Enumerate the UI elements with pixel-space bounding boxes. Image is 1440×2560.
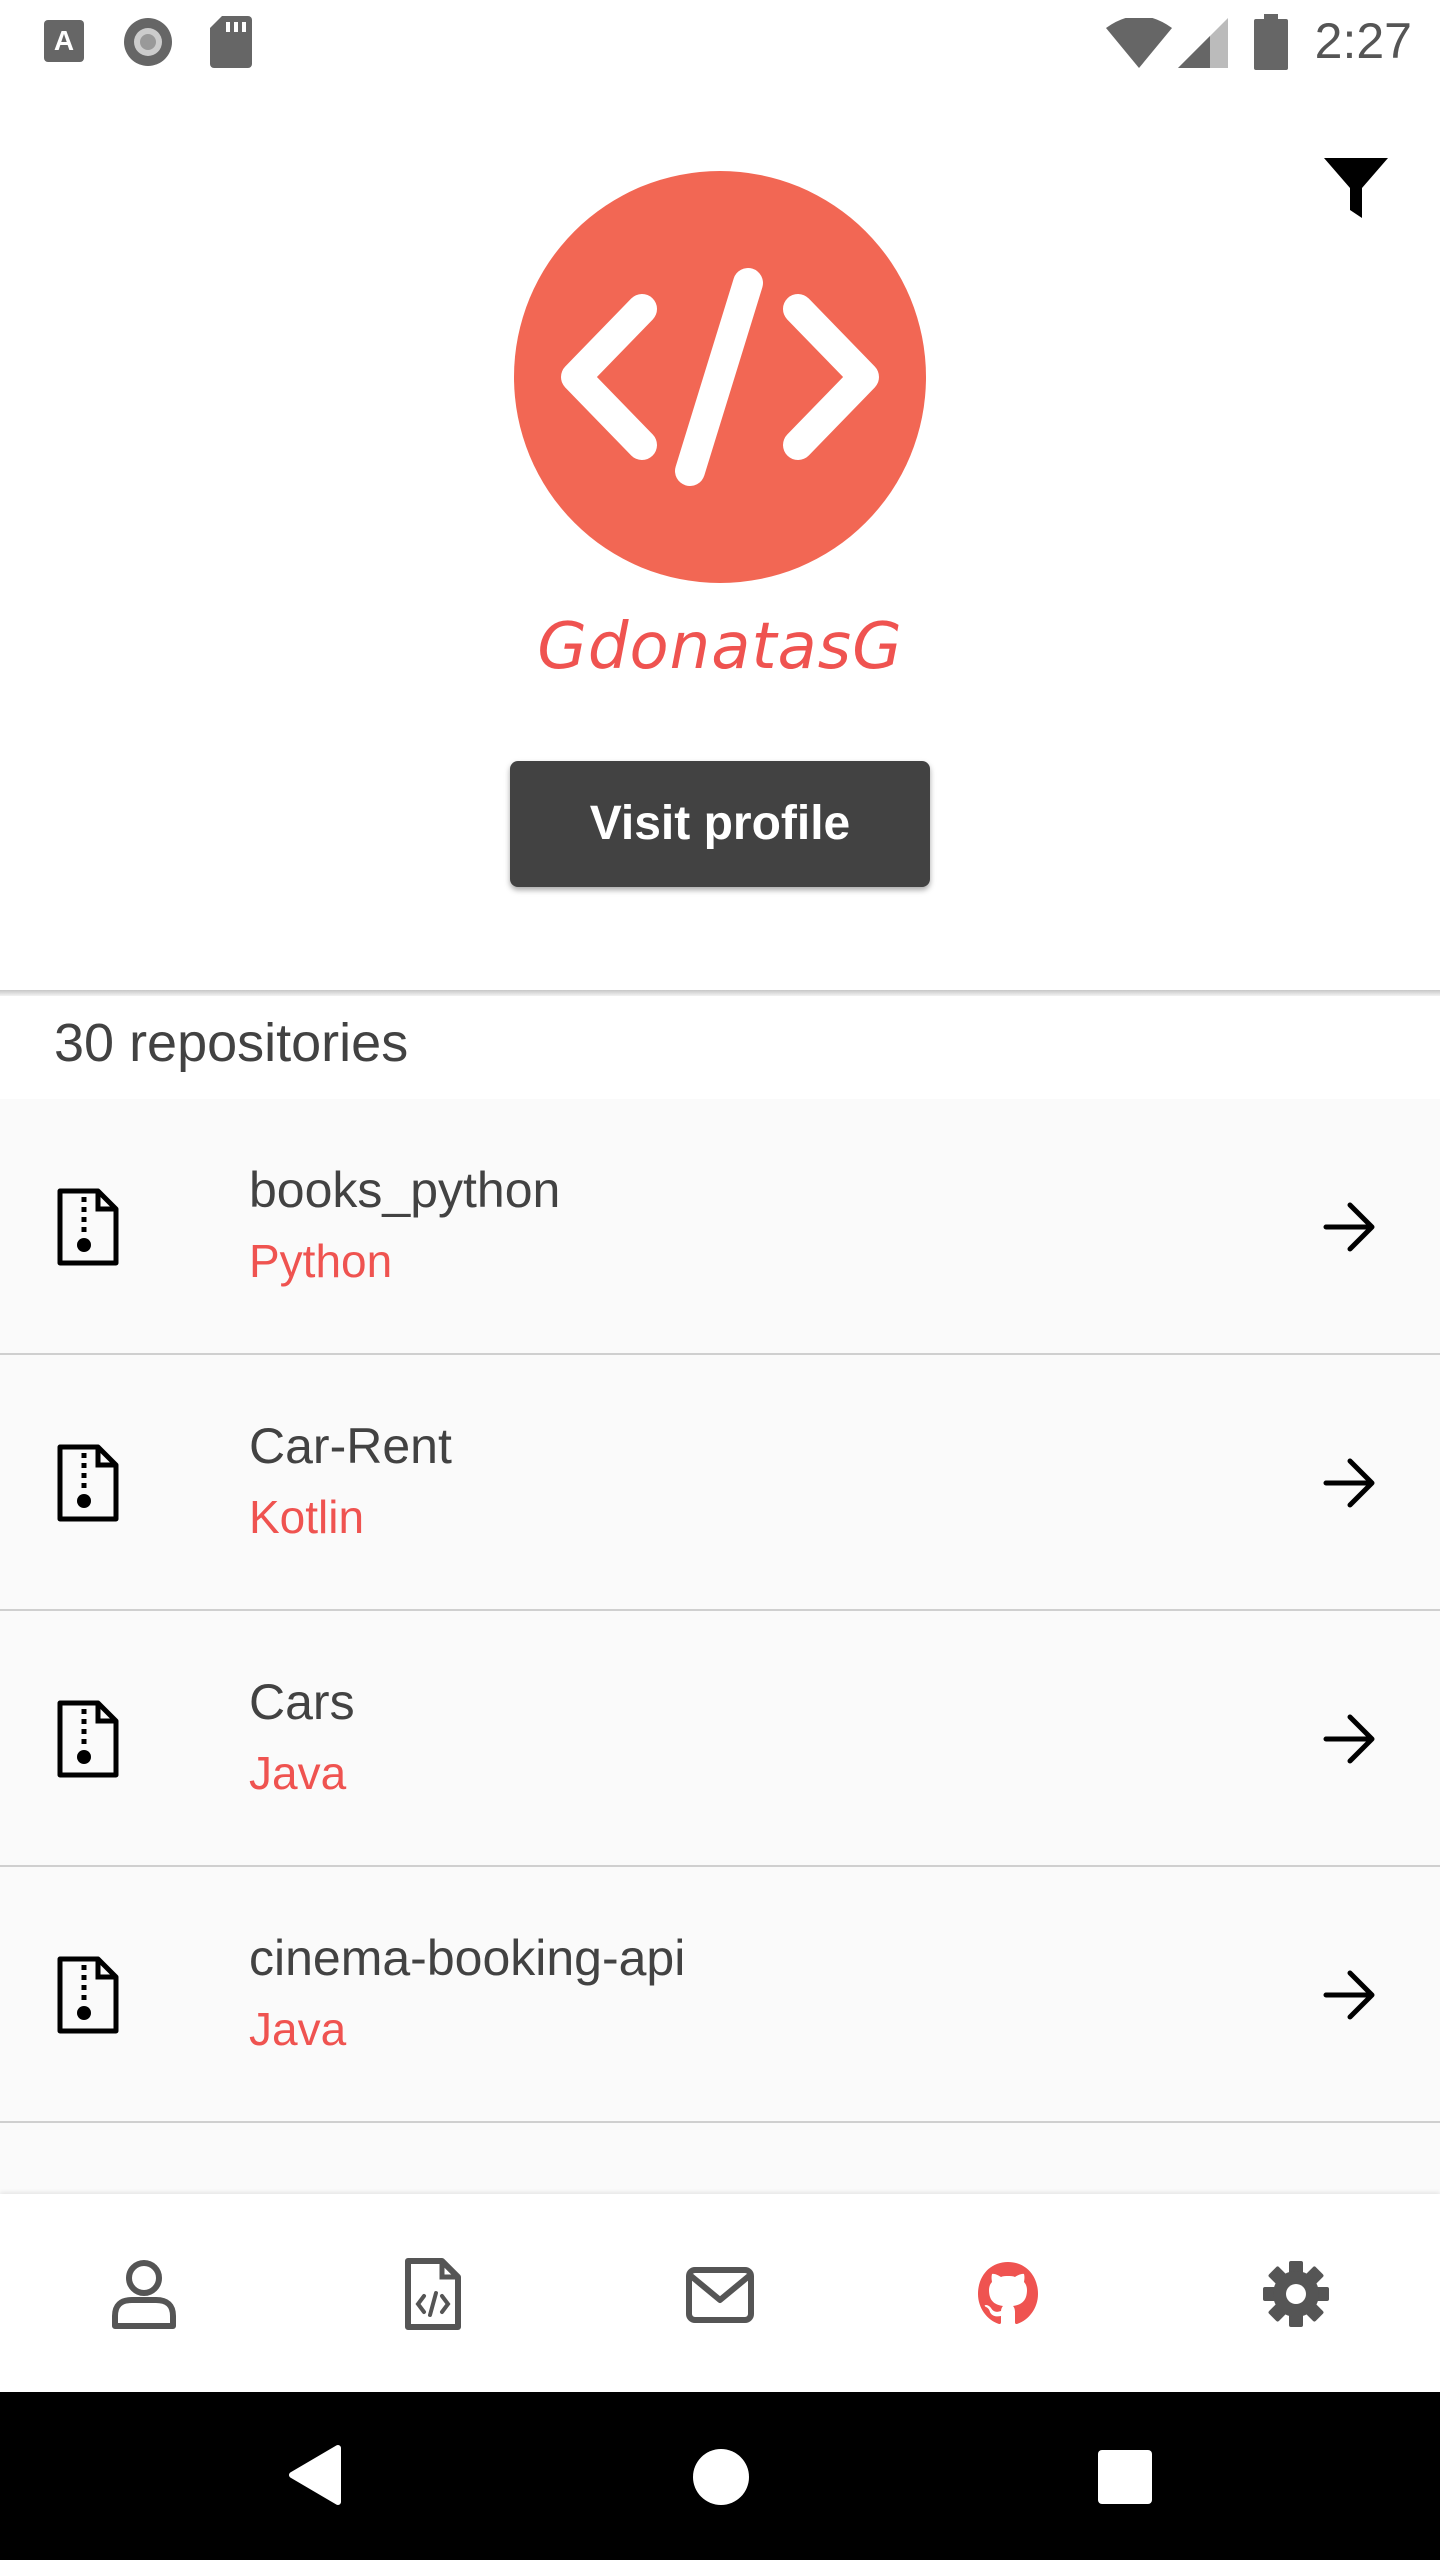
bottom-navigation [0,2194,1440,2392]
repository-name: Cars [249,1674,355,1730]
repository-count: 30 repositories [54,1013,409,1073]
back-icon[interactable] [288,2444,342,2506]
github-icon [978,2262,1038,2324]
repository-language: Java [249,1747,347,1799]
repository-name: books_python [249,1162,561,1218]
nav-repositories[interactable] [288,2194,576,2392]
list-item[interactable]: Car-Rent Kotlin [0,1355,1440,1611]
list-item[interactable]: Company-Task-manager [0,2123,1440,2194]
arrow-right-icon [1323,1202,1375,1252]
list-item[interactable]: Cars Java [0,1611,1440,1867]
nav-settings[interactable] [1152,2194,1440,2392]
recents-icon[interactable] [1098,2450,1152,2504]
zip-file-icon [57,1956,119,2034]
filter-button[interactable] [1316,150,1396,230]
repository-name: cinema-booking-api [249,1930,686,1986]
repository-name: Company-Task-manager [249,2185,796,2194]
system-navigation-bar [0,2392,1440,2560]
repository-language: Python [249,1235,393,1287]
signal-icon [1178,18,1228,68]
repository-language: Java [249,2003,347,2055]
nav-contact[interactable] [576,2194,864,2392]
list-item[interactable]: cinema-booking-api Java [0,1867,1440,2123]
arrow-right-icon [1323,1714,1375,1764]
svg-text:A: A [54,25,74,56]
keyboard-a-icon: A [44,20,84,62]
app-screen: A 2:27 GdonatasG Visit profile 30 reposi… [0,0,1440,2560]
home-icon[interactable] [692,2448,750,2506]
header-divider [0,990,1440,996]
wifi-icon [1106,18,1172,68]
arrow-right-icon [1323,1970,1375,2020]
list-item[interactable]: books_python Python [0,1099,1440,1355]
nav-github[interactable] [864,2194,1152,2392]
arrow-right-icon [1323,1458,1375,1508]
repository-list[interactable]: books_python Python Car-Rent Kotlin Cars… [0,1099,1440,2194]
profile-icon [112,2260,176,2329]
zip-file-icon [57,1444,119,1522]
sd-card-icon [210,16,252,68]
battery-icon [1254,14,1288,70]
nav-profile[interactable] [0,2194,288,2392]
status-time: 2:27 [1314,13,1412,69]
zip-file-icon [57,1700,119,1778]
code-file-icon [405,2258,461,2330]
username: GdonatasG [537,610,903,684]
repository-language: Kotlin [249,1491,365,1543]
visit-profile-button[interactable]: Visit profile [510,761,930,887]
zip-file-icon [57,1188,119,1266]
repository-name: Car-Rent [249,1418,452,1474]
status-bar: A 2:27 [0,0,1440,84]
mail-icon [686,2267,754,2323]
filter-icon [1324,158,1388,218]
avatar [514,171,926,583]
settings-icon [1263,2261,1329,2327]
record-icon [124,18,172,66]
